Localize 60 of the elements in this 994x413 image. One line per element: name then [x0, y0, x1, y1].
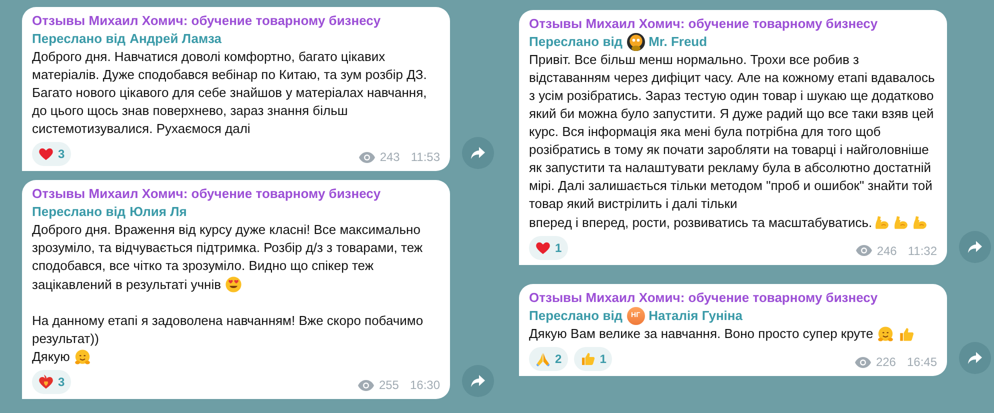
share-arrow-icon [968, 352, 982, 364]
reaction-count: 3 [58, 146, 65, 163]
message-text: вперед і вперед, рости, розвиватись та масштабуватись. [529, 214, 872, 232]
forwarded-label: Переслано від [32, 203, 126, 221]
heart-eyes-emoji-icon [224, 276, 242, 294]
sender-name[interactable]: Андрей Ламза [130, 30, 222, 48]
heart-icon [535, 240, 551, 256]
forward-button[interactable] [462, 365, 494, 398]
reaction-button[interactable]: 3 [32, 370, 71, 394]
forward-button[interactable] [462, 137, 494, 169]
eye-icon [358, 380, 374, 391]
eye-icon [856, 245, 872, 256]
reaction-count: 1 [600, 351, 606, 368]
reaction-button[interactable]: 3 [32, 142, 71, 166]
message-time: 11:32 [908, 242, 937, 260]
forwarded-label: Переслано від [529, 306, 623, 325]
view-count: 243 [380, 149, 400, 166]
message-time: 16:30 [410, 377, 440, 394]
share-arrow-icon [471, 147, 485, 159]
view-count: 226 [876, 354, 896, 372]
channel-name[interactable]: Отзывы Михаил Хомич: обучение товарному бизнесу [529, 15, 878, 33]
channel-name[interactable]: Отзывы Михаил Хомич: обучение товарному бизнесу [529, 288, 878, 307]
flexed-biceps-emoji-icon [873, 214, 890, 232]
hugging-face-emoji-icon [74, 348, 91, 366]
message-time: 11:53 [410, 149, 440, 166]
reaction-count: 2 [555, 351, 562, 368]
reaction-button[interactable]: 1 [529, 236, 568, 260]
share-arrow-icon [471, 375, 485, 388]
share-arrow-icon [968, 240, 982, 253]
reaction-button[interactable]: 1 [574, 347, 612, 372]
sender-name[interactable]: Mr. Freud [648, 33, 708, 51]
forward-button[interactable] [959, 230, 991, 263]
message-text: На данному етапі я задоволена навчанням! Вже скоро побачимо результат)) [32, 312, 424, 348]
message-text: зацікавлений в результаті учнів [32, 276, 221, 294]
thumbs-up-icon [580, 351, 596, 368]
channel-name[interactable]: Отзывы Михаил Хомич: обучение товарному бизнесу [32, 12, 381, 30]
forwarded-label: Переслано від [32, 30, 126, 48]
message-text: Доброго дня. Навчатися доволі комфортно, багато цікавих матеріалів. Дуже сподобався вебінар по Китаю, та зум розбір ДЗ. Багато нового цікавого для себе знайшов у матеріалах навчання, до цього щось знав поверхнево, зараз знання більш системотизувалися. Рухаємося далі [32, 48, 428, 138]
channel-name[interactable]: Отзывы Михаил Хомич: обучение товарному бизнесу [32, 185, 381, 203]
sender-name[interactable]: Юлия Ля [130, 203, 187, 221]
message-text: Дякую Вам велике за навчання. Воно просто супер круте [529, 325, 874, 344]
message-text: Дякую [32, 348, 70, 366]
message-time: 16:45 [906, 354, 937, 372]
forwarded-label: Переслано від [529, 33, 623, 51]
eye-icon [854, 356, 871, 368]
reaction-button[interactable]: 2 [529, 347, 568, 372]
heart-on-fire-icon [38, 374, 54, 390]
eye-icon [358, 152, 375, 162]
view-count: 255 [378, 377, 399, 394]
reaction-count: 1 [555, 240, 562, 257]
heart-icon [38, 146, 54, 162]
reaction-count: 3 [58, 374, 65, 392]
hugging-face-emoji-icon [877, 326, 894, 343]
view-count: 246 [876, 242, 897, 260]
forward-button[interactable] [959, 342, 991, 374]
flexed-biceps-emoji-icon [892, 214, 910, 232]
thumbs-up-icon [898, 326, 916, 343]
folded-hands-icon [535, 351, 551, 368]
sender-name[interactable]: Наталія Гуніна [648, 306, 742, 325]
flexed-biceps-emoji-icon [911, 214, 928, 232]
